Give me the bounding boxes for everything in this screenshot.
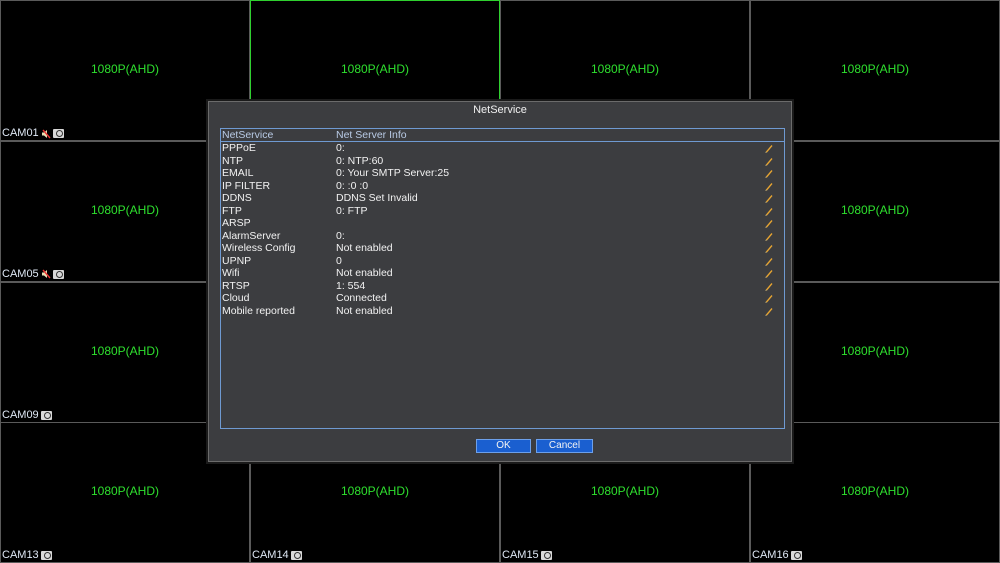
service-info: 0 xyxy=(336,254,342,267)
service-name: PPPoE xyxy=(222,142,256,154)
service-info: Not enabled xyxy=(336,242,393,254)
service-name: Cloud xyxy=(222,292,250,304)
service-info: DDNS Set Invalid xyxy=(336,192,418,204)
pencil-icon[interactable] xyxy=(764,156,774,166)
camera-record-icon xyxy=(790,551,802,561)
camera-record-icon xyxy=(540,551,552,561)
camera-record-icon xyxy=(40,410,52,420)
service-info: 0: xyxy=(336,229,345,242)
list-item[interactable]: UPNP 0 xyxy=(221,255,784,268)
camera-name: CAM01 xyxy=(2,127,39,139)
camera-label: CAM05 xyxy=(1,268,64,281)
camera-record-icon xyxy=(52,269,64,279)
resolution-label: 1080P(AHD) xyxy=(90,62,160,76)
resolution-label: 1080P(AHD) xyxy=(840,484,910,499)
service-name: FTP xyxy=(222,204,242,217)
resolution-label: 1080P(AHD) xyxy=(340,484,410,499)
camera-label: CAM15 xyxy=(501,549,552,562)
service-info: 0: Your SMTP Server:25 xyxy=(336,167,450,179)
service-name: Wifi xyxy=(222,267,240,279)
list-item[interactable]: IP FILTER 0: :0 :0 xyxy=(221,180,784,193)
service-name: EMAIL xyxy=(222,167,254,179)
pencil-icon[interactable] xyxy=(764,218,774,228)
mute-speaker-icon xyxy=(41,269,51,279)
list-item[interactable]: NTP 0: NTP:60 xyxy=(221,155,784,168)
service-info: Connected xyxy=(336,292,387,304)
list-item[interactable]: EMAIL 0: Your SMTP Server:25 xyxy=(221,167,784,180)
camera-label: CAM16 xyxy=(751,549,802,562)
service-info: 0: FTP xyxy=(336,204,368,217)
list-item[interactable]: Wireless Config Not enabled xyxy=(221,242,784,255)
netservice-list: NetService Net Server Info PPPoE 0: NTP 0: … xyxy=(220,128,785,429)
service-info: Not enabled xyxy=(336,304,393,317)
dialog-title: NetService xyxy=(473,104,527,116)
list-item[interactable]: PPPoE 0: xyxy=(221,142,784,155)
list-header: NetService Net Server Info xyxy=(221,129,784,142)
ok-button[interactable]: OK xyxy=(476,439,531,453)
pencil-icon[interactable] xyxy=(764,193,774,203)
camera-name: CAM15 xyxy=(502,549,539,562)
camera-name: CAM05 xyxy=(2,267,39,280)
resolution-label: 1080P(AHD) xyxy=(840,62,910,76)
pencil-icon[interactable] xyxy=(764,268,774,278)
camera-name: CAM16 xyxy=(752,549,789,562)
list-item[interactable]: RTSP 1: 554 xyxy=(221,280,784,293)
camera-label: CAM01 xyxy=(1,127,64,140)
service-name: IP FILTER xyxy=(222,179,271,192)
list-item[interactable]: ARSP xyxy=(221,217,784,230)
service-name: NTP xyxy=(222,154,243,167)
service-info: 0: NTP:60 xyxy=(336,154,384,167)
resolution-label: 1080P(AHD) xyxy=(90,484,160,499)
camera-label: CAM14 xyxy=(251,549,302,562)
pencil-icon[interactable] xyxy=(764,143,774,153)
service-info: Not enabled xyxy=(336,267,393,279)
service-name: Mobile reported xyxy=(222,304,295,317)
service-info: 0: :0 :0 xyxy=(336,179,369,192)
pencil-icon[interactable] xyxy=(764,181,774,191)
cancel-button[interactable]: Cancel xyxy=(536,439,593,453)
pencil-icon[interactable] xyxy=(764,281,774,291)
service-name: UPNP xyxy=(222,254,252,267)
service-name: DDNS xyxy=(222,192,252,204)
list-item[interactable]: Cloud Connected xyxy=(221,292,784,305)
service-info: 1: 554 xyxy=(336,279,366,292)
list-item[interactable]: FTP 0: FTP xyxy=(221,205,784,218)
camera-name: CAM09 xyxy=(2,408,39,421)
pencil-icon[interactable] xyxy=(764,256,774,266)
pencil-icon[interactable] xyxy=(764,293,774,303)
resolution-label: 1080P(AHD) xyxy=(590,62,660,76)
camera-record-icon xyxy=(290,551,302,561)
header-net-server-info: Net Server Info xyxy=(336,129,407,141)
list-item[interactable]: Mobile reported Not enabled xyxy=(221,305,784,318)
pencil-icon[interactable] xyxy=(764,231,774,241)
netservice-dialog: NetService NetService Net Server Info PP… xyxy=(206,99,794,464)
service-name: Wireless Config xyxy=(222,242,296,254)
pencil-icon[interactable] xyxy=(764,168,774,178)
list-item[interactable]: Wifi Not enabled xyxy=(221,267,784,280)
pencil-icon[interactable] xyxy=(764,206,774,216)
list-item[interactable]: DDNS DDNS Set Invalid xyxy=(221,192,784,205)
camera-label: CAM09 xyxy=(1,409,52,422)
service-info: 0: xyxy=(336,142,345,154)
camera-record-icon xyxy=(52,129,64,138)
service-name: AlarmServer xyxy=(222,229,281,242)
header-netservice: NetService xyxy=(222,129,274,141)
service-name: RTSP xyxy=(222,279,250,292)
list-rows: PPPoE 0: NTP 0: NTP:60 EMAIL 0: Your SMTP Ser… xyxy=(221,142,784,317)
resolution-label: 1080P(AHD) xyxy=(590,484,660,499)
camera-name: CAM14 xyxy=(252,549,289,562)
pencil-icon[interactable] xyxy=(764,306,774,316)
pencil-icon[interactable] xyxy=(764,243,774,253)
camera-name: CAM13 xyxy=(2,549,39,562)
list-item[interactable]: AlarmServer 0: xyxy=(221,230,784,243)
resolution-label: 1080P(AHD) xyxy=(340,62,410,76)
service-name: ARSP xyxy=(222,217,251,229)
camera-record-icon xyxy=(40,551,52,561)
camera-label: CAM13 xyxy=(1,549,52,562)
mute-speaker-icon xyxy=(41,129,51,139)
